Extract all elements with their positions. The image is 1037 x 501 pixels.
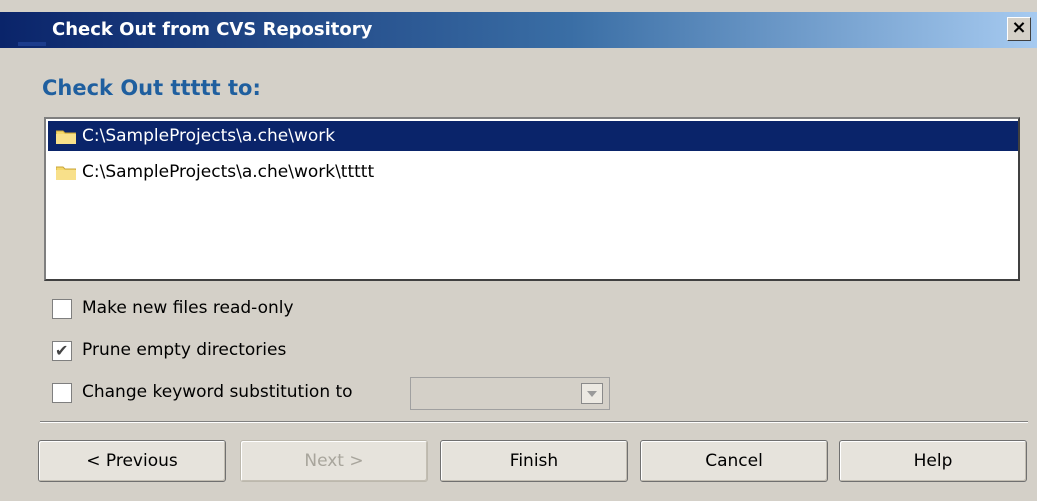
next-button[interactable]: Next >	[240, 440, 428, 482]
page-heading: Check Out ttttt to:	[42, 76, 261, 100]
chevron-down-icon[interactable]	[581, 383, 603, 404]
checkout-dialog: Check Out from CVS Repository × Check Ou…	[0, 0, 1037, 501]
keyword-select[interactable]	[410, 377, 610, 410]
folder-icon	[56, 130, 76, 144]
prune-checkbox[interactable]: ✔	[52, 341, 72, 361]
list-item-label: C:\SampleProjects\a.che\work	[82, 126, 336, 146]
folder-icon	[56, 166, 76, 180]
close-icon: ×	[1011, 17, 1027, 38]
cancel-button[interactable]: Cancel	[640, 440, 828, 482]
read-only-label: Make new files read-only	[82, 298, 294, 318]
help-button[interactable]: Help	[839, 440, 1027, 482]
list-item-ttttt[interactable]: C:\SampleProjects\a.che\work\ttttt	[48, 157, 1018, 187]
location-list[interactable]: C:\SampleProjects\a.che\work C:\SamplePr…	[44, 117, 1020, 281]
previous-button[interactable]: < Previous	[38, 440, 226, 482]
read-only-checkbox[interactable]	[52, 299, 72, 319]
divider	[40, 421, 1028, 423]
title-bar[interactable]: Check Out from CVS Repository ×	[0, 12, 1037, 48]
keyword-checkbox[interactable]	[52, 383, 72, 403]
checkmark-icon: ✔	[55, 341, 69, 360]
prune-label: Prune empty directories	[82, 340, 287, 360]
window-title: Check Out from CVS Repository	[52, 19, 373, 40]
list-item-work[interactable]: C:\SampleProjects\a.che\work	[48, 121, 1018, 151]
keyword-label: Change keyword substitution to	[82, 382, 353, 402]
title-accent	[18, 42, 46, 46]
finish-button[interactable]: Finish	[440, 440, 628, 482]
list-item-label: C:\SampleProjects\a.che\work\ttttt	[82, 162, 375, 182]
close-button[interactable]: ×	[1007, 17, 1031, 41]
